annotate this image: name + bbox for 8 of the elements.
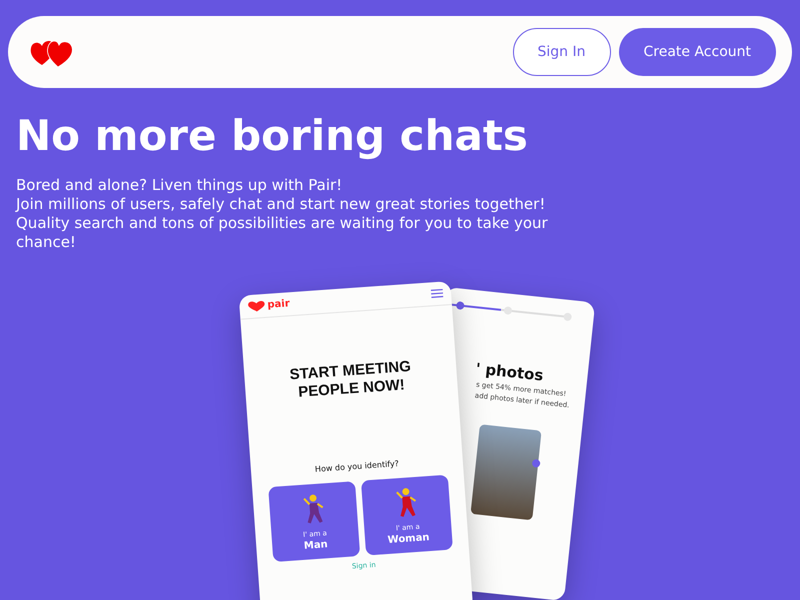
header-button[interactable]: Sign In: [512, 28, 610, 76]
hero-text: Bored and alone? Liven things up with Pair! Join millions of users, safely chat and start new great stories together! Quality search and tons of possibilities are waiting for you to take your chance!: [16, 176, 549, 252]
identify-question: How do you identify?: [314, 458, 400, 476]
hero-title: No more boring chats: [16, 110, 529, 162]
phone-headline: START MEETING PEOPLE NOW!: [288, 357, 412, 403]
header-button[interactable]: Create Account: [618, 28, 776, 76]
menu-icon[interactable]: [430, 288, 444, 298]
brand-logo: pair: [247, 298, 290, 312]
